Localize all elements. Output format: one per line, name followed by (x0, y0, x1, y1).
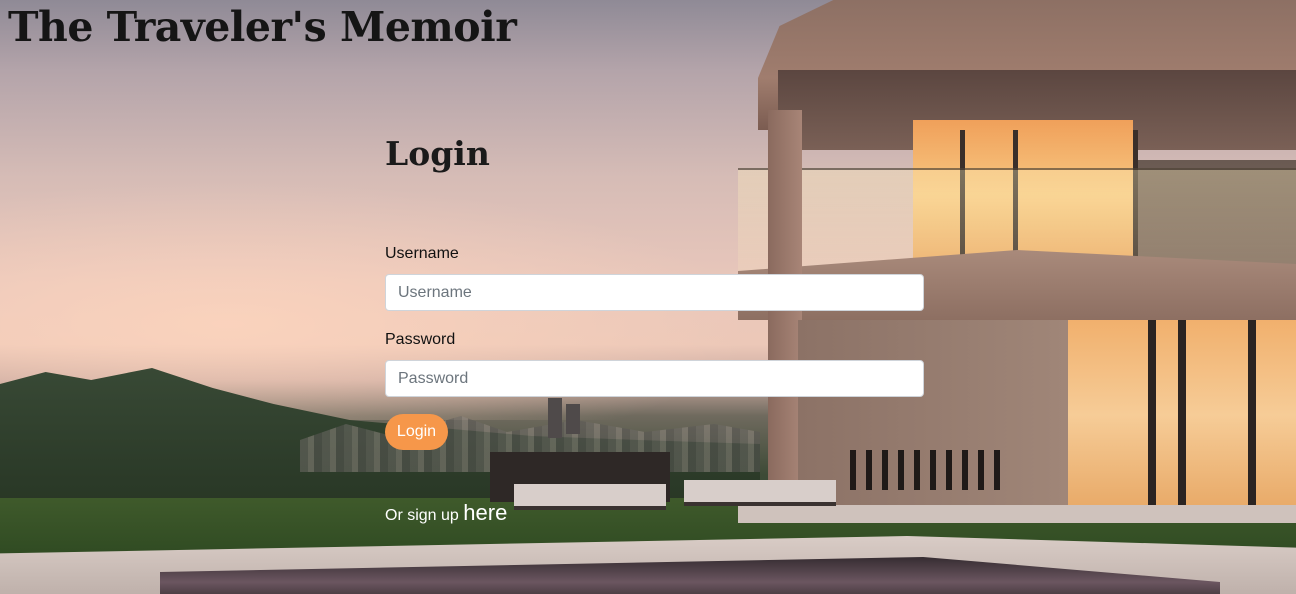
window-frame (1148, 320, 1156, 510)
password-input[interactable] (385, 360, 924, 397)
signup-link[interactable]: here (463, 500, 507, 525)
username-input[interactable] (385, 274, 924, 311)
tower (566, 404, 580, 434)
login-heading: Login (385, 134, 490, 173)
login-button[interactable]: Login (385, 414, 448, 450)
window-frame (1248, 320, 1256, 510)
signup-prompt: Or sign up here (385, 500, 507, 526)
signup-prefix-text: Or sign up (385, 507, 459, 524)
lounge-bed (514, 484, 666, 510)
tower (548, 398, 562, 438)
modern-house (738, 0, 1296, 523)
house-floor (738, 505, 1296, 523)
site-title: The Traveler's Memoir (8, 3, 517, 51)
lounge-bed (684, 480, 836, 506)
dining-set (850, 450, 1000, 490)
password-label: Password (385, 331, 456, 348)
window-frame (1178, 320, 1186, 510)
username-label: Username (385, 245, 459, 262)
